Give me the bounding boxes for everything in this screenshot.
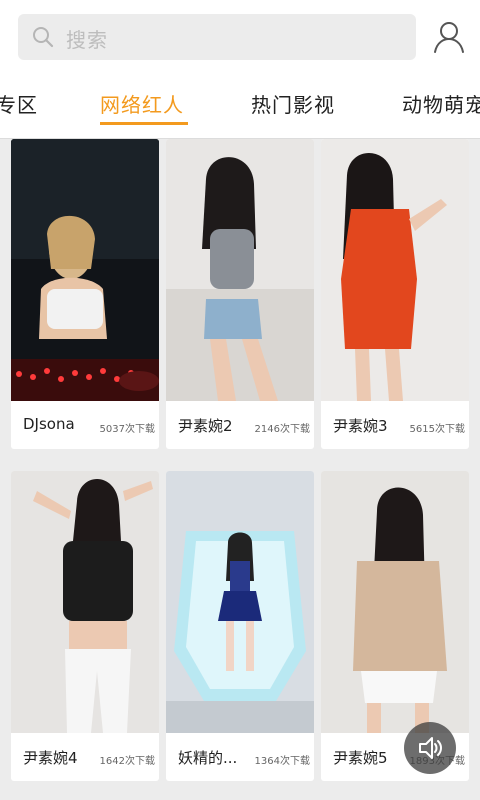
active-tab-indicator — [100, 122, 188, 125]
video-card[interactable]: 妖精的... 1364次下载 — [166, 471, 314, 781]
video-thumbnail[interactable] — [321, 471, 469, 733]
download-count: 1364次下载 — [254, 756, 310, 767]
card-meta: 尹素婉4 1642次下载 — [11, 733, 159, 781]
card-meta: 妖精的... 1364次下载 — [166, 733, 314, 781]
card-meta: DJsona 5037次下载 — [11, 401, 159, 449]
sound-toggle-button[interactable] — [404, 722, 456, 774]
card-meta: 尹素婉2 2146次下载 — [166, 401, 314, 449]
video-title: DJsona — [23, 415, 75, 433]
video-title: 妖精的... — [178, 749, 238, 767]
video-thumbnail[interactable] — [321, 139, 469, 401]
video-thumbnail[interactable] — [166, 139, 314, 401]
search-bar[interactable]: 搜索 — [18, 14, 416, 60]
top-bar: 搜索 — [0, 0, 480, 75]
video-title: 尹素婉4 — [23, 749, 78, 767]
download-count: 2146次下载 — [254, 424, 310, 435]
video-thumbnail[interactable] — [11, 471, 159, 733]
tab-zone[interactable]: 专区 — [0, 89, 38, 118]
tab-internet-celebrities[interactable]: 网络红人 — [100, 89, 184, 118]
speaker-icon — [419, 737, 442, 759]
video-title: 尹素婉3 — [333, 417, 388, 435]
video-thumbnail[interactable] — [166, 471, 314, 733]
video-title: 尹素婉5 — [333, 749, 388, 767]
category-tabs: 专区 网络红人 热门影视 动物萌宠 — [0, 75, 480, 139]
download-count: 5615次下载 — [409, 424, 465, 435]
video-card[interactable]: DJsona 5037次下载 — [11, 139, 159, 449]
video-card[interactable]: 尹素婉4 1642次下载 — [11, 471, 159, 781]
video-card[interactable]: 尹素婉2 2146次下载 — [166, 139, 314, 449]
video-title: 尹素婉2 — [178, 417, 233, 435]
tab-cute-pets[interactable]: 动物萌宠 — [402, 89, 480, 118]
user-icon[interactable] — [432, 20, 466, 54]
download-count: 5037次下载 — [99, 424, 155, 435]
download-count: 1642次下载 — [99, 756, 155, 767]
video-thumbnail[interactable] — [11, 139, 159, 401]
card-meta: 尹素婉3 5615次下载 — [321, 401, 469, 449]
video-card[interactable]: 尹素婉3 5615次下载 — [321, 139, 469, 449]
search-icon — [33, 27, 54, 48]
search-placeholder[interactable]: 搜索 — [66, 24, 108, 53]
tab-popular-films[interactable]: 热门影视 — [251, 89, 335, 118]
